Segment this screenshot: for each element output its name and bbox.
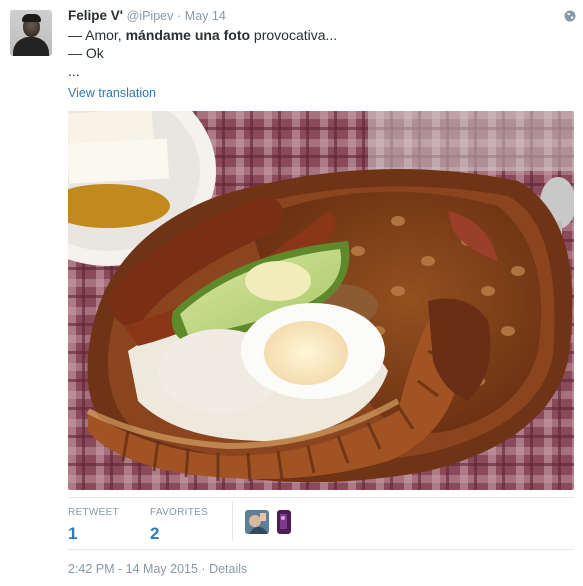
header-separator: · bbox=[176, 9, 182, 23]
tweet-line-1-suffix: provocativa... bbox=[250, 27, 338, 43]
tweet-line-1-prefix: — Amor, bbox=[68, 27, 126, 43]
favorites-stat[interactable]: FAVORITES 2 bbox=[150, 507, 208, 544]
avatar[interactable] bbox=[10, 10, 52, 56]
favoriter-avatar[interactable] bbox=[277, 510, 291, 534]
tweet-photo[interactable] bbox=[68, 111, 574, 490]
avatar-shoulders bbox=[13, 37, 49, 56]
avatar-hair bbox=[22, 14, 41, 22]
favorites-label: FAVORITES bbox=[150, 507, 209, 518]
tweet-header: Felipe V' @iPipev · May 14 bbox=[68, 8, 226, 23]
tweet-stats: RETWEET 1 FAVORITES 2 bbox=[68, 497, 574, 549]
tweet-line-2: — Ok bbox=[68, 45, 104, 61]
favoriter-avatar[interactable] bbox=[245, 510, 269, 534]
retweet-stat[interactable]: RETWEET 1 bbox=[68, 507, 119, 544]
view-translation-link[interactable]: View translation bbox=[68, 86, 156, 100]
tweet-line-1-bold: mándame una foto bbox=[125, 27, 251, 43]
tweet-text: — Amor, mándame una foto provocativa... … bbox=[68, 26, 337, 80]
favoriter-avatar-1-image bbox=[245, 510, 269, 534]
tweet-timestamp: 2:42 PM - 14 May 2015 · Details bbox=[68, 562, 247, 576]
timestamp-text[interactable]: 2:42 PM - 14 May 2015 bbox=[68, 562, 198, 576]
divider-bottom bbox=[68, 549, 574, 550]
stats-divider bbox=[232, 501, 233, 541]
tweet-date[interactable]: May 14 bbox=[185, 9, 226, 23]
handle[interactable]: @iPipev bbox=[127, 9, 174, 23]
favorites-count[interactable]: 2 bbox=[150, 524, 208, 544]
tweet-line-3: ... bbox=[68, 63, 80, 79]
footer-separator: · bbox=[201, 562, 206, 576]
retweet-count[interactable]: 1 bbox=[68, 524, 119, 544]
tweet-line-1: — Amor, mándame una foto provocativa... bbox=[68, 26, 337, 44]
favoriter-avatar-2-image bbox=[277, 510, 291, 534]
globe-icon[interactable] bbox=[564, 10, 576, 22]
retweet-label: RETWEET bbox=[68, 507, 119, 518]
fullname[interactable]: Felipe V' bbox=[68, 8, 123, 23]
food-photo bbox=[68, 111, 574, 490]
details-link[interactable]: Details bbox=[209, 562, 247, 576]
